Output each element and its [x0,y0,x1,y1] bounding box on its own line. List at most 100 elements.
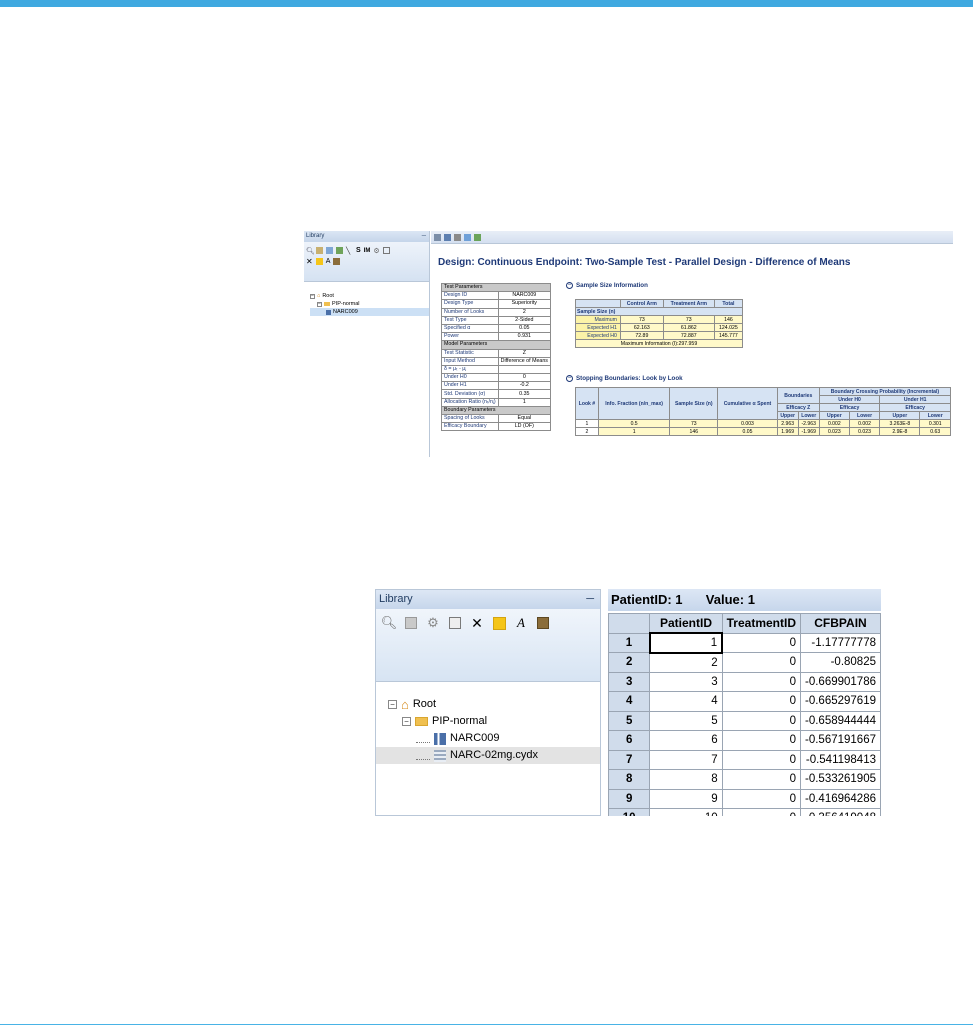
row-header[interactable]: 1 [607,632,651,653]
cell-patientid[interactable]: 5 [649,710,723,731]
font-icon[interactable]: A [513,615,529,631]
close-icon[interactable]: ✕ [306,257,313,266]
cell-patientid[interactable]: 10 [649,808,723,816]
chart-icon[interactable] [464,233,471,241]
corner-cell[interactable] [607,613,651,634]
collapse-icon[interactable]: − [317,301,322,307]
sample-size-heading[interactable]: − Sample Size Information [566,282,648,289]
row-header[interactable]: 2 [607,652,651,673]
font-icon[interactable]: A [326,258,331,265]
table-icon[interactable] [474,233,481,241]
cell: 0.05 [717,427,778,436]
column-header-cfbpain[interactable]: CFBPAIN [800,613,881,634]
gear-icon[interactable]: ⚙ [373,247,380,255]
cell-treatmentid[interactable]: 0 [721,652,802,673]
table-row[interactable]: 2 2 0 -0.80825 [607,652,881,673]
column-header-treatmentid[interactable]: TreatmentID [721,613,802,634]
tree-design[interactable]: NARC009 [310,308,429,316]
cell-cfbpain[interactable]: -0.567191667 [800,730,881,751]
calendar-icon[interactable] [535,615,551,631]
table-row[interactable]: 8 8 0 -0.533261905 [607,769,881,790]
cell-cfbpain[interactable]: -0.669901786 [800,671,881,692]
row-header[interactable]: 6 [607,730,651,751]
pin-icon[interactable]: ─ [422,231,426,242]
table-row[interactable]: 4 4 0 -0.665297619 [607,691,881,712]
cell-cfbpain[interactable]: -1.17777778 [800,632,881,653]
table-row[interactable]: 1 1 0 -1.17777778 [607,632,881,654]
magnifier-icon[interactable]: 🔍︎ [381,615,398,631]
cell-cfbpain[interactable]: -0.665297619 [800,691,881,712]
cell-patientid[interactable]: 7 [649,749,723,770]
grid-icon[interactable] [403,615,419,631]
cell-cfbpain[interactable]: -0.533261905 [800,769,881,790]
tree-root[interactable]: − ⌂ Root [310,292,429,300]
cell-treatmentid[interactable]: 0 [721,730,802,751]
cell-cfbpain[interactable]: -0.416964286 [800,788,881,809]
tree-dataset[interactable]: NARC-02mg.cydx [376,747,600,764]
cell-treatmentid[interactable]: 0 [721,632,802,653]
s-icon[interactable]: S [356,247,361,254]
note-icon[interactable] [491,615,507,631]
collapse-circle-icon[interactable]: − [566,375,573,382]
wand-icon[interactable]: ╲ [346,247,353,255]
save-icon[interactable] [444,233,451,241]
pin-icon[interactable]: ─ [586,590,594,609]
cell-treatmentid[interactable]: 0 [721,671,802,692]
cell-treatmentid[interactable]: 0 [721,749,802,770]
save-icon[interactable] [383,247,391,254]
data-grid[interactable]: PatientID TreatmentID CFBPAIN 1 1 0 -1.1777… [607,613,881,816]
row-header[interactable]: 3 [607,671,651,692]
im-icon[interactable]: IM [364,248,371,254]
row-header[interactable]: 7 [607,749,651,770]
close-icon[interactable]: ✕ [469,615,485,631]
collapse-icon[interactable]: − [310,293,315,299]
cell-treatmentid[interactable]: 0 [721,691,802,712]
cell-patientid[interactable]: 6 [649,730,723,751]
print-icon[interactable] [434,233,441,241]
collapse-circle-icon[interactable]: − [566,282,573,289]
row-header[interactable]: 4 [607,691,651,712]
cell-patientid[interactable]: 1 [648,632,724,654]
table-row[interactable]: 9 9 0 -0.416964286 [607,788,881,809]
collapse-icon[interactable]: − [402,717,411,726]
table-row[interactable]: 6 6 0 -0.567191667 [607,730,881,751]
cell-patientid[interactable]: 9 [649,788,723,809]
cell-patientid[interactable]: 3 [649,671,723,692]
table-row[interactable]: 5 5 0 -0.658944444 [607,710,881,731]
calendar-icon[interactable] [333,258,341,265]
cell-cfbpain[interactable]: -0.658944444 [800,710,881,731]
cell-patientid[interactable]: 4 [649,691,723,712]
tree-folder[interactable]: − PIP-normal [310,300,429,308]
stopping-boundaries-heading[interactable]: − Stopping Boundaries: Look by Look [566,375,683,382]
row-header[interactable]: 5 [607,710,651,731]
table-row[interactable]: 10100-0.356419048 [607,808,881,816]
collapse-icon[interactable]: − [388,700,397,709]
cell-treatmentid[interactable]: 0 [721,710,802,731]
column-header-patientid[interactable]: PatientID [649,613,723,634]
table-row[interactable]: 3 3 0 -0.669901786 [607,671,881,692]
cell-cfbpain[interactable]: -0.80825 [800,652,881,673]
cell-cfbpain[interactable]: -0.356419048 [800,808,881,816]
cell-treatmentid[interactable]: 0 [721,788,802,809]
cell-cfbpain[interactable]: -0.541198413 [800,749,881,770]
tree-design[interactable]: NARC009 [388,730,600,747]
note-icon[interactable] [315,258,323,265]
cell-treatmentid[interactable]: 0 [721,808,802,816]
row-header[interactable]: 10 [607,808,651,816]
gear-icon[interactable]: ⚙ [425,615,441,631]
settings-icon[interactable] [454,233,461,241]
tree-root[interactable]: − ⌂ Root [388,696,600,713]
table-icon[interactable] [336,247,343,254]
magnifier-icon[interactable]: 🔍︎ [306,247,315,255]
tree-folder[interactable]: − PIP-normal [388,713,600,730]
cell-patientid[interactable]: 2 [649,652,723,673]
cell-treatmentid[interactable]: 0 [721,769,802,790]
save-icon[interactable] [447,615,463,631]
table-row[interactable]: 7 7 0 -0.541198413 [607,749,881,770]
row-header[interactable]: 8 [607,769,651,790]
column-header: Efficacy [879,403,951,412]
grid-icon[interactable] [316,247,323,254]
cell-patientid[interactable]: 8 [649,769,723,790]
chart-icon[interactable] [326,247,333,254]
row-header[interactable]: 9 [607,788,651,809]
